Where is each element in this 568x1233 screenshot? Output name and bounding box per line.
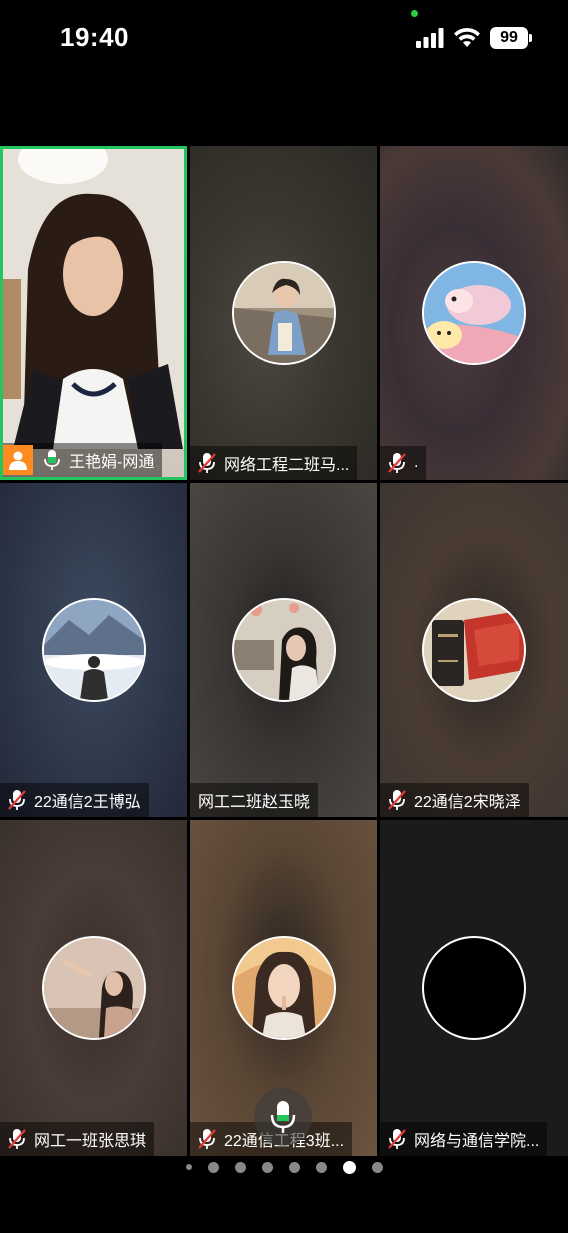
participant-name: 网工二班赵玉晓 (198, 794, 311, 811)
participant-avatar (422, 936, 526, 1040)
mic-off-icon (198, 1129, 216, 1149)
mic-off-icon (388, 1129, 406, 1149)
avatar-image (43, 600, 144, 700)
participant-name-bar: 王艳娟-网通 (3, 443, 163, 477)
participant-name-bar: 网工一班张思琪 (0, 1122, 155, 1156)
microphone-toggle-button[interactable] (254, 1088, 312, 1146)
participant-name-bar: 网工二班赵玉晓 (190, 783, 319, 817)
battery-indicator: 99 (490, 27, 532, 49)
participant-tile-9[interactable]: 网络与通信学院... (380, 820, 568, 1156)
participant-name-bar: 22通信2王博弘 (0, 783, 149, 817)
page-dot[interactable] (315, 1161, 327, 1173)
avatar-image (233, 263, 334, 363)
avatar-image (424, 600, 524, 700)
microphone-icon (270, 1101, 296, 1133)
cellular-signal-icon (416, 28, 444, 48)
page-dot[interactable] (288, 1161, 300, 1173)
participant-name-bar: . (380, 446, 427, 480)
mic-off-icon (8, 1129, 26, 1149)
status-time: 19:40 (60, 22, 129, 52)
participant-avatar (422, 261, 526, 365)
avatar-image (43, 938, 144, 1038)
participant-avatar (41, 936, 146, 1040)
mic-off-icon (388, 453, 406, 473)
mic-off-icon (8, 790, 26, 810)
page-dot[interactable] (185, 1164, 192, 1170)
page-dot-active[interactable] (342, 1160, 356, 1174)
wifi-icon (454, 27, 480, 47)
page-dot[interactable] (371, 1161, 383, 1173)
mic-off-icon (198, 453, 216, 473)
participant-name: 王艳娟-网通 (69, 454, 155, 471)
participant-tile-1[interactable]: 王艳娟-网通 (0, 146, 187, 480)
participant-name-bar: 22通信2宋晓泽 (380, 783, 529, 817)
participant-tile-7[interactable]: 网工一班张思琪 (0, 820, 187, 1156)
participant-tile-5[interactable]: 网工二班赵玉晓 (190, 483, 377, 817)
participant-name: 网工一班张思琪 (34, 1133, 147, 1150)
participant-name-bar: 网络与通信学院... (380, 1122, 548, 1156)
participant-avatar (422, 598, 526, 702)
participant-avatar (231, 936, 336, 1040)
participant-avatar (231, 261, 336, 365)
participant-name: 22通信2宋晓泽 (414, 794, 521, 811)
page-dot[interactable] (207, 1161, 219, 1173)
participant-tile-4[interactable]: 22通信2王博弘 (0, 483, 187, 817)
avatar-image (424, 263, 524, 363)
participant-avatar (231, 598, 336, 702)
mic-on-icon (44, 450, 60, 470)
avatar-image (233, 938, 334, 1038)
participant-avatar (41, 598, 146, 702)
participant-video-feed (3, 149, 184, 449)
participant-grid: 王艳娟-网通 网络工程二班马... . 22通信2王博弘 网工二班赵玉晓 22通… (0, 146, 568, 1156)
person-icon (9, 451, 27, 470)
page-dot[interactable] (261, 1161, 273, 1173)
camera-indicator-dot (411, 10, 418, 17)
status-bar: 19:40 99 (0, 0, 568, 80)
page-dot[interactable] (234, 1161, 246, 1173)
participant-name: 网络工程二班马... (224, 457, 350, 474)
avatar-image (233, 600, 334, 700)
host-badge (3, 445, 33, 475)
page-indicator[interactable] (0, 1160, 568, 1174)
participant-name: . (414, 454, 419, 471)
participant-tile-6[interactable]: 22通信2宋晓泽 (380, 483, 568, 817)
participant-tile-2[interactable]: 网络工程二班马... (190, 146, 377, 480)
participant-tile-3[interactable]: . (380, 146, 568, 480)
participant-name: 22通信2王博弘 (34, 794, 141, 811)
participant-name: 网络与通信学院... (414, 1133, 540, 1150)
mic-off-icon (388, 790, 406, 810)
participant-name-bar: 网络工程二班马... (190, 446, 358, 480)
